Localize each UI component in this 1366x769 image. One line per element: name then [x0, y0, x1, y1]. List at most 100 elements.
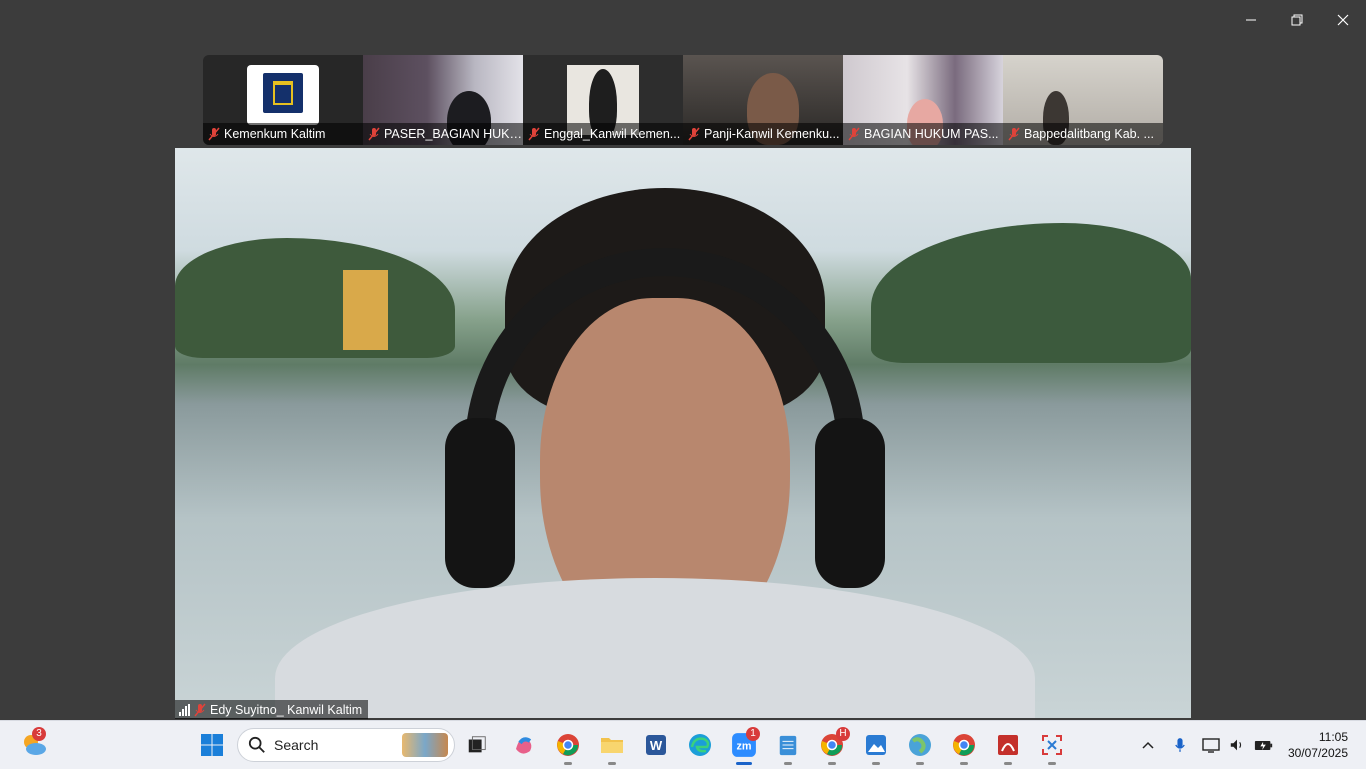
- photos-button[interactable]: [860, 729, 892, 765]
- chrome-profile-button[interactable]: [552, 729, 584, 765]
- running-indicator: [872, 762, 880, 765]
- photos-icon: [866, 735, 886, 755]
- search-highlight-image: [402, 733, 448, 757]
- zoom-button[interactable]: zm 1: [728, 727, 760, 765]
- mic-muted-icon: [368, 127, 380, 141]
- running-indicator: [1004, 762, 1012, 765]
- active-speaker-name: Edy Suyitno_ Kanwil Kaltim: [210, 702, 363, 717]
- participant-name-bar: Kemenkum Kaltim: [203, 123, 363, 145]
- svg-text:zm: zm: [736, 740, 751, 752]
- mic-muted-icon: [688, 127, 700, 141]
- participant-name-bar: Panji-Kanwil Kemenku...: [683, 123, 843, 145]
- clock-time: 11:05: [1318, 730, 1348, 744]
- active-speaker-video[interactable]: [175, 148, 1191, 718]
- participant-tile[interactable]: Bappedalitbang Kab. ...: [1003, 55, 1163, 145]
- running-indicator: [1048, 762, 1056, 765]
- running-indicator: [736, 762, 752, 765]
- participant-tile[interactable]: PASER_BAGIAN HUKU...: [363, 55, 523, 145]
- clock-date: 30/07/2025: [1287, 746, 1348, 760]
- running-indicator: [608, 762, 616, 765]
- microphone-icon: [1175, 738, 1185, 752]
- restore-button[interactable]: [1274, 0, 1320, 40]
- battery-button[interactable]: [1252, 735, 1276, 755]
- search-placeholder: Search: [274, 737, 319, 753]
- taskbar-search[interactable]: Search: [237, 728, 455, 762]
- restore-icon: [1291, 14, 1303, 26]
- running-indicator: [916, 762, 924, 765]
- participant-name: Panji-Kanwil Kemenku...: [704, 127, 840, 141]
- edge-button[interactable]: [684, 729, 716, 761]
- participant-tile[interactable]: Enggal_Kanwil Kemen...: [523, 55, 683, 145]
- battery-charging-icon: [1254, 740, 1273, 750]
- network-icon: [1202, 738, 1220, 753]
- maps-button[interactable]: [904, 729, 936, 765]
- maps-icon: [909, 734, 931, 756]
- chrome-alt-button[interactable]: [948, 729, 980, 765]
- participant-name: PASER_BAGIAN HUKU...: [384, 127, 523, 141]
- network-button[interactable]: [1200, 735, 1222, 755]
- participant-name: BAGIAN HUKUM PAS...: [864, 127, 999, 141]
- notification-badge: H: [836, 727, 850, 741]
- weather-widget[interactable]: 3: [18, 727, 50, 761]
- system-tray: [1138, 721, 1276, 769]
- notification-badge: 3: [32, 727, 46, 741]
- folder-icon: [601, 738, 623, 753]
- participant-tile[interactable]: Panji-Kanwil Kemenku...: [683, 55, 843, 145]
- mic-muted-icon: [528, 127, 540, 141]
- file-explorer-button[interactable]: [596, 729, 628, 765]
- volume-button[interactable]: [1226, 735, 1248, 755]
- window-controls: [1228, 0, 1366, 40]
- windows-start-icon: [201, 734, 223, 756]
- active-speaker-label: Edy Suyitno_ Kanwil Kaltim: [175, 700, 369, 719]
- headset-ear-right: [815, 418, 885, 588]
- background-trees: [175, 238, 455, 358]
- close-icon: [1337, 14, 1349, 26]
- pdf-button[interactable]: [992, 729, 1024, 765]
- headset-ear-left: [445, 418, 515, 588]
- chrome-alt-icon: [953, 734, 975, 756]
- participant-name: Bappedalitbang Kab. ...: [1024, 127, 1154, 141]
- word-icon: W: [646, 735, 666, 755]
- mic-muted-icon: [1008, 127, 1020, 141]
- organization-logo: [247, 65, 319, 125]
- participant-tile[interactable]: Kemenkum Kaltim: [203, 55, 363, 145]
- notepad-button[interactable]: [772, 729, 804, 765]
- clock[interactable]: 11:05 30/07/2025: [1288, 729, 1348, 761]
- search-icon: [248, 736, 265, 753]
- participant-name-bar: Enggal_Kanwil Kemen...: [523, 123, 683, 145]
- start-button[interactable]: [196, 729, 228, 761]
- chrome-profile-icon: [557, 734, 579, 756]
- notepad-icon: [779, 735, 797, 756]
- task-view-icon: [468, 736, 486, 753]
- minimize-button[interactable]: [1228, 0, 1274, 40]
- mic-muted-icon: [208, 127, 220, 141]
- show-hidden-icons-button[interactable]: [1138, 735, 1158, 755]
- participant-name-bar: BAGIAN HUKUM PAS...: [843, 123, 1003, 145]
- chrome-button[interactable]: H: [816, 727, 850, 765]
- mic-muted-icon: [194, 703, 206, 716]
- notification-badge: 1: [746, 727, 760, 741]
- participant-name-bar: Bappedalitbang Kab. ...: [1003, 123, 1163, 145]
- close-button[interactable]: [1320, 0, 1366, 40]
- running-indicator: [784, 762, 792, 765]
- pdf-icon: [998, 735, 1018, 755]
- task-view-button[interactable]: [461, 729, 493, 761]
- signal-bars-icon: [179, 703, 190, 716]
- word-button[interactable]: W: [640, 729, 672, 761]
- minimize-icon: [1246, 19, 1256, 21]
- mic-muted-icon: [848, 127, 860, 141]
- chevron-up-icon: [1142, 741, 1154, 749]
- participant-tile[interactable]: BAGIAN HUKUM PAS...: [843, 55, 1003, 145]
- svg-text:W: W: [650, 738, 663, 753]
- copilot-button[interactable]: [508, 729, 540, 761]
- participant-name-bar: PASER_BAGIAN HUKU...: [363, 123, 523, 145]
- participant-strip: Kemenkum Kaltim PASER_BAGIAN HUKU... Eng…: [203, 55, 1163, 145]
- microphone-button[interactable]: [1170, 735, 1190, 755]
- running-indicator: [960, 762, 968, 765]
- speaker-shirt: [275, 578, 1035, 718]
- participant-name: Enggal_Kanwil Kemen...: [544, 127, 681, 141]
- running-indicator: [564, 762, 572, 765]
- snipping-tool-button[interactable]: [1036, 729, 1068, 765]
- participant-name: Kemenkum Kaltim: [224, 127, 326, 141]
- snipping-tool-icon: [1042, 735, 1062, 755]
